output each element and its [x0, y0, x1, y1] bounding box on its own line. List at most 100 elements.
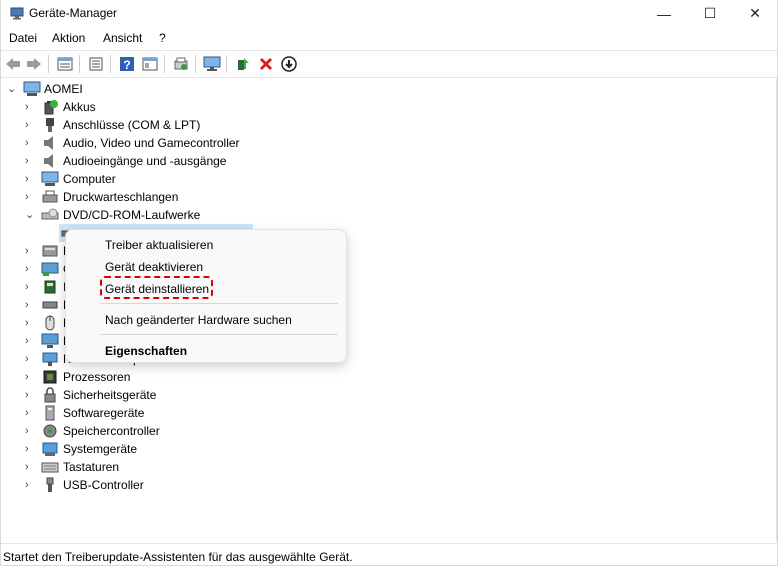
tree-item-computer[interactable]: › Computer: [1, 170, 777, 188]
device-manager-icon: [10, 7, 24, 20]
software-device-icon: [45, 405, 55, 421]
update-driver-button[interactable]: [234, 55, 252, 73]
chevron-right-icon[interactable]: ›: [25, 263, 35, 275]
chevron-right-icon[interactable]: ›: [25, 299, 35, 311]
tree-item-label: Anschlüsse (COM & LPT): [63, 118, 201, 132]
tree-item-label: Akkus: [63, 100, 96, 114]
tree-item-label: Tastaturen: [63, 460, 120, 474]
chevron-right-icon[interactable]: ›: [25, 173, 35, 185]
monitor-button[interactable]: [203, 55, 221, 73]
tree-item-system[interactable]: › Systemgeräte: [1, 440, 777, 458]
back-icon: [6, 58, 20, 70]
chevron-down-icon[interactable]: ⌄: [25, 209, 35, 221]
menu-datei[interactable]: Datei: [9, 31, 37, 45]
view-icon: [142, 57, 158, 71]
tree-item-usb[interactable]: › USB-Controller: [1, 476, 777, 494]
port-icon: [46, 118, 54, 132]
forward-button[interactable]: [25, 55, 43, 73]
maximize-button[interactable]: ☐: [687, 0, 733, 27]
uninstall-button[interactable]: [257, 55, 275, 73]
menu-aktion[interactable]: Aktion: [52, 31, 85, 45]
menu-properties[interactable]: Eigenschaften: [105, 344, 187, 358]
chevron-right-icon[interactable]: ›: [25, 353, 35, 365]
view-button[interactable]: [141, 55, 159, 73]
chevron-right-icon[interactable]: ›: [25, 101, 35, 113]
chevron-right-icon[interactable]: ›: [25, 335, 35, 347]
menu-update-driver[interactable]: Treiber aktualisieren: [105, 238, 213, 252]
chevron-right-icon[interactable]: ›: [25, 317, 35, 329]
chevron-right-icon[interactable]: ›: [25, 281, 35, 293]
uninstall-icon: [259, 57, 273, 71]
toolbar-separator: [110, 55, 111, 73]
properties-icon: [57, 57, 73, 71]
toolbar-separator: [79, 55, 80, 73]
tree-item-ports[interactable]: › Anschlüsse (COM & LPT): [1, 116, 777, 134]
chevron-right-icon[interactable]: ›: [25, 371, 35, 383]
chevron-right-icon[interactable]: ›: [25, 155, 35, 167]
chip-icon: [44, 280, 56, 294]
tree-item-audio-io[interactable]: › Audioeingänge und -ausgänge: [1, 152, 777, 170]
tree-item-label: Druckwarteschlangen: [63, 190, 179, 204]
chevron-right-icon[interactable]: ›: [25, 389, 35, 401]
menu-scan-hardware[interactable]: Nach geänderter Hardware suchen: [105, 313, 292, 327]
tree-item-label: Systemgeräte: [63, 442, 138, 456]
tree-item-keyboards[interactable]: › Tastaturen: [1, 458, 777, 476]
tree-item-label: Sicherheitsgeräte: [63, 388, 157, 402]
close-button[interactable]: ✕: [732, 0, 777, 27]
minimize-icon: —: [657, 5, 671, 22]
toolbar-separator: [226, 55, 227, 73]
tree-item-label: Audio, Video und Gamecontroller: [63, 136, 240, 150]
update-driver-icon: [238, 58, 249, 70]
status-bar: Startet den Treiberupdate-Assistenten fü…: [1, 543, 777, 565]
chevron-right-icon[interactable]: ›: [25, 479, 35, 491]
tree-item-printers[interactable]: › Druckwarteschlangen: [1, 188, 777, 206]
chevron-right-icon[interactable]: ›: [25, 443, 35, 455]
list-view-icon: [89, 57, 103, 71]
list-view-button[interactable]: [87, 55, 105, 73]
disable-button[interactable]: [280, 55, 298, 73]
keyboard-icon: [41, 462, 59, 473]
tree-item-storage[interactable]: › Speichercontroller: [1, 422, 777, 440]
scrollbar-track[interactable]: [776, 79, 777, 541]
chevron-down-icon[interactable]: ⌄: [7, 83, 17, 95]
chevron-right-icon[interactable]: ›: [25, 245, 35, 257]
tree-item-label: Speichercontroller: [63, 424, 160, 438]
toolbar-separator: [48, 55, 49, 73]
annotation-highlight-box: [100, 276, 213, 299]
hid-icon: [42, 245, 58, 257]
menu-help[interactable]: ?: [159, 31, 166, 45]
menu-disable-device[interactable]: Gerät deaktivieren: [105, 260, 203, 274]
tree-item-security[interactable]: › Sicherheitsgeräte: [1, 386, 777, 404]
properties-button[interactable]: [56, 55, 74, 73]
disable-icon: [281, 56, 297, 72]
tree-item-software[interactable]: › Softwaregeräte: [1, 404, 777, 422]
svg-text:?: ?: [123, 58, 130, 72]
chevron-right-icon[interactable]: ›: [25, 137, 35, 149]
tree-item-processors[interactable]: › Prozessoren: [1, 368, 777, 386]
network-icon: [42, 352, 58, 366]
menu-ansicht[interactable]: Ansicht: [103, 31, 142, 45]
chevron-right-icon[interactable]: ›: [25, 119, 35, 131]
toolbar: ?: [1, 50, 777, 78]
minimize-button[interactable]: —: [641, 0, 687, 27]
tree-item-akkus[interactable]: › Akkus: [1, 98, 777, 116]
tree-item-audio-video[interactable]: › Audio, Video und Gamecontroller: [1, 134, 777, 152]
chevron-right-icon[interactable]: ›: [25, 191, 35, 203]
back-button[interactable]: [4, 55, 22, 73]
maximize-icon: ☐: [703, 5, 717, 21]
tree-item-dvd[interactable]: ⌄ DVD/CD-ROM-Laufwerke: [1, 206, 777, 224]
toolbar-separator: [195, 55, 196, 73]
tree-item-label: Computer: [63, 172, 116, 186]
close-icon: ✕: [749, 5, 761, 21]
printer-icon: [42, 190, 58, 203]
scan-button[interactable]: [172, 55, 190, 73]
chevron-right-icon[interactable]: ›: [25, 407, 35, 419]
tree-root[interactable]: ⌄ AOMEI: [1, 80, 777, 98]
chevron-right-icon[interactable]: ›: [25, 425, 35, 437]
monitor-icon: [203, 56, 221, 71]
usb-icon: [46, 477, 54, 492]
device-manager-window: Geräte-Manager — ☐ ✕ Datei Aktion Ansich…: [0, 0, 778, 566]
help-button[interactable]: ?: [118, 55, 136, 73]
mouse-icon: [45, 315, 55, 331]
chevron-right-icon[interactable]: ›: [25, 461, 35, 473]
